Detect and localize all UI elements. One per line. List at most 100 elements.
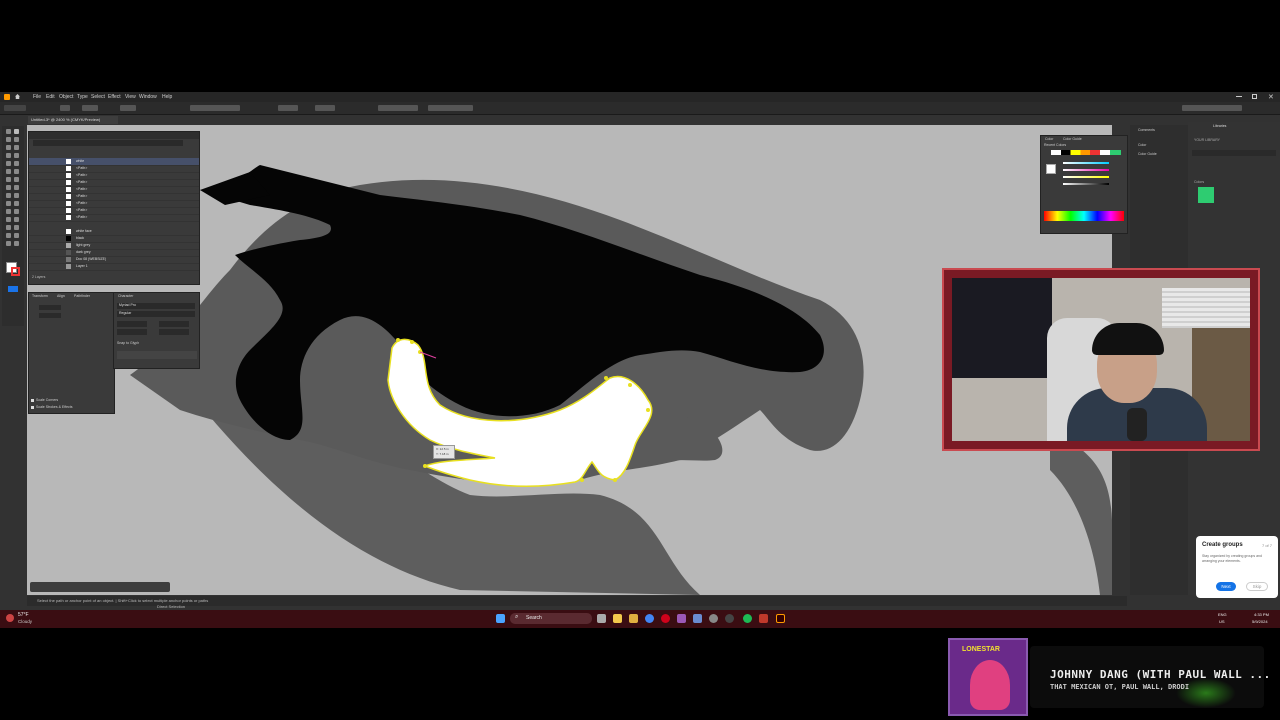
recent-color-swatches[interactable]	[1051, 150, 1121, 155]
tray-region[interactable]: US	[1219, 619, 1225, 624]
transform-controls[interactable]	[378, 105, 418, 111]
direct-selection-tool-icon[interactable]	[14, 129, 19, 134]
layers-search-field[interactable]	[33, 140, 183, 146]
minimize-icon[interactable]	[1236, 96, 1242, 97]
drawing-mode-icon[interactable]	[8, 286, 18, 292]
taskbar-search[interactable]: ⌕ Search	[510, 613, 592, 624]
scale-tool-icon[interactable]	[6, 185, 11, 190]
explorer-folder-icon[interactable]	[629, 614, 638, 623]
checkbox-scale-strokes[interactable]	[31, 406, 34, 409]
pen-tool-icon[interactable]	[6, 145, 11, 150]
paintbrush-tool-icon[interactable]	[14, 161, 19, 166]
tab-align[interactable]: Align	[57, 294, 65, 298]
artboard-tool-icon[interactable]	[14, 225, 19, 230]
menu-file[interactable]: File	[33, 94, 41, 100]
tab-transform[interactable]: Transform	[32, 294, 48, 298]
home-icon[interactable]	[15, 94, 20, 99]
spotify-icon[interactable]	[743, 614, 752, 623]
chrome-icon[interactable]	[645, 614, 654, 623]
tab-pathfinder[interactable]: Pathfinder	[74, 294, 90, 298]
color-slider-m[interactable]	[1063, 169, 1109, 171]
leading-input[interactable]	[159, 321, 189, 327]
shaper-tool-icon[interactable]	[6, 169, 11, 174]
font-size-input[interactable]	[117, 321, 147, 327]
close-icon[interactable]: ✕	[1268, 93, 1274, 101]
maximize-icon[interactable]	[1252, 94, 1257, 99]
settings-icon[interactable]	[709, 614, 718, 623]
stroke-swatch-icon[interactable]	[11, 267, 20, 276]
hand-tool-icon[interactable]	[14, 233, 19, 238]
tracking-input[interactable]	[117, 329, 147, 335]
tab-color-guide[interactable]: Color Guide	[1063, 137, 1082, 141]
task-view-icon[interactable]	[597, 614, 606, 623]
glyph-snap-buttons[interactable]	[117, 351, 197, 359]
document-tab[interactable]: Untitled-3* @ 2400 % (CMYK/Preview)	[28, 116, 118, 124]
pencil-tool-icon[interactable]	[14, 169, 19, 174]
library-search-input[interactable]	[1192, 150, 1276, 156]
color-spectrum[interactable]	[1044, 211, 1124, 221]
font-family-select[interactable]: Myriad Pro	[117, 303, 195, 309]
y-input[interactable]	[39, 313, 61, 318]
width-tool-icon[interactable]	[14, 185, 19, 190]
y-field[interactable]	[315, 105, 335, 111]
color-slider-k[interactable]	[1063, 183, 1109, 185]
handles-control[interactable]	[82, 105, 98, 111]
x-field[interactable]	[278, 105, 298, 111]
app-icon[interactable]	[693, 614, 702, 623]
layer-row[interactable]: <Path>	[29, 214, 199, 222]
weather-icon[interactable]	[6, 614, 14, 622]
selection-tool-icon[interactable]	[6, 129, 11, 134]
library-color-swatch[interactable]	[1198, 187, 1214, 203]
gradient-tool-icon[interactable]	[6, 209, 11, 214]
tab-libraries[interactable]: Libraries	[1213, 124, 1226, 128]
opera-icon[interactable]	[661, 614, 670, 623]
x-input[interactable]	[39, 305, 61, 310]
lasso-tool-icon[interactable]	[14, 137, 19, 142]
clock-date[interactable]: 5/9/2024	[1252, 619, 1268, 624]
font-style-select[interactable]: Regular	[117, 311, 195, 317]
layer-row[interactable]: Layer 1	[29, 263, 199, 271]
arrange-controls[interactable]	[428, 105, 473, 111]
fill-stroke-indicator-icon[interactable]	[1046, 164, 1056, 174]
symbol-sprayer-tool-icon[interactable]	[14, 217, 19, 222]
convert-control[interactable]	[60, 105, 70, 111]
eyedropper-tool-icon[interactable]	[14, 209, 19, 214]
file-explorer-icon[interactable]	[613, 614, 622, 623]
clock-time[interactable]: 4:33 PM	[1254, 612, 1269, 617]
mesh-tool-icon[interactable]	[14, 201, 19, 206]
shape-builder-tool-icon[interactable]	[14, 193, 19, 198]
tray-lang[interactable]: ENG	[1218, 612, 1227, 617]
discord-icon[interactable]	[759, 614, 768, 623]
app-icon-active[interactable]	[677, 614, 686, 623]
menu-effect[interactable]: Effect	[108, 94, 121, 100]
eraser-tool-icon[interactable]	[6, 177, 11, 182]
type-tool-icon[interactable]	[6, 153, 11, 158]
windows-start-icon[interactable]	[496, 614, 505, 623]
menu-view[interactable]: View	[125, 94, 136, 100]
dock-color-guide[interactable]: Color Guide	[1138, 152, 1157, 156]
curvature-tool-icon[interactable]	[14, 145, 19, 150]
color-slider-y[interactable]	[1063, 176, 1109, 178]
dock-comments[interactable]: Comments	[1138, 128, 1155, 132]
perspective-grid-tool-icon[interactable]	[6, 201, 11, 206]
menu-window[interactable]: Window	[139, 94, 157, 100]
obs-icon[interactable]	[725, 614, 734, 623]
contextual-task-bar[interactable]	[30, 582, 170, 592]
slice-tool-icon[interactable]	[6, 233, 11, 238]
menu-edit[interactable]: Edit	[46, 94, 55, 100]
checkbox-scale-corners[interactable]	[31, 399, 34, 402]
anchors-control[interactable]	[120, 105, 136, 111]
next-button[interactable]: Next	[1216, 582, 1236, 591]
rectangle-tool-icon[interactable]	[6, 161, 11, 166]
illustrator-icon[interactable]	[776, 614, 785, 623]
color-slider-c[interactable]	[1063, 162, 1109, 164]
menu-object[interactable]: Object	[59, 94, 73, 100]
graph-tool-icon[interactable]	[6, 225, 11, 230]
menu-select[interactable]: Select	[91, 94, 105, 100]
share-controls[interactable]	[1182, 105, 1242, 111]
free-transform-tool-icon[interactable]	[6, 193, 11, 198]
dock-color[interactable]: Color	[1138, 143, 1146, 147]
skip-button[interactable]: Skip	[1246, 582, 1268, 591]
rotate-tool-icon[interactable]	[14, 177, 19, 182]
menu-help[interactable]: Help	[162, 94, 172, 100]
